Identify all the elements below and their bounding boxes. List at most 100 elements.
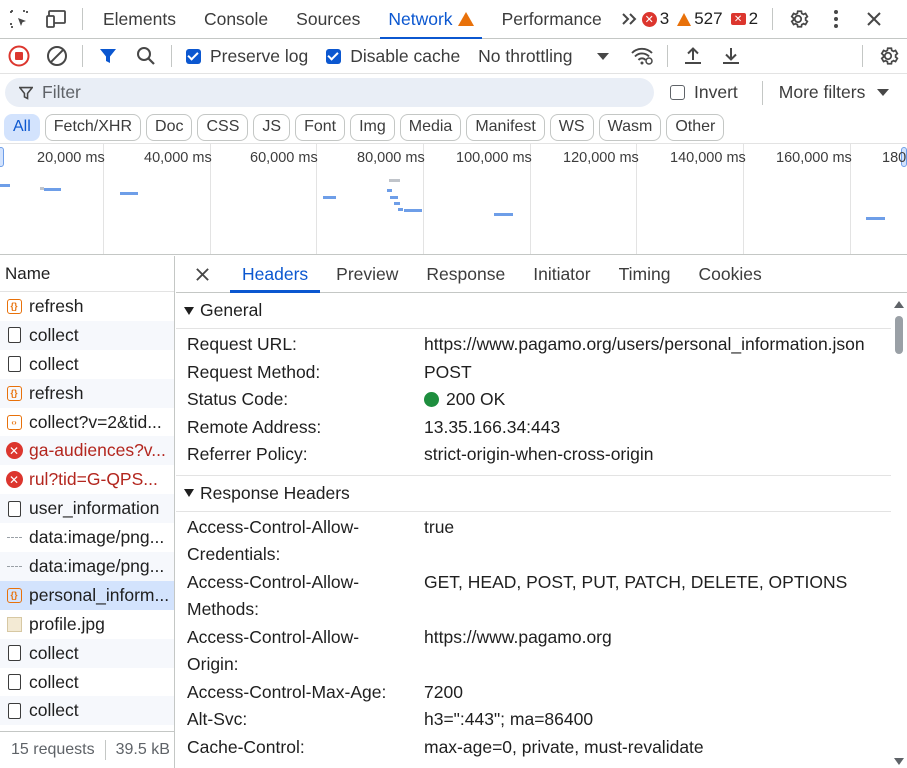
document-icon [5,355,23,373]
list-item[interactable]: ✕ ga-audiences?v... [0,436,174,466]
xhr-icon: {} [5,384,23,402]
divider [666,45,668,67]
list-item[interactable]: collect [0,320,174,350]
data-icon [5,529,23,547]
name-column-header[interactable]: Name [0,256,174,292]
issues-counter[interactable]: ✕ 2 [730,9,759,29]
chip-css[interactable]: CSS [197,113,249,141]
tab-console[interactable]: Console [190,0,282,38]
request-url-value[interactable]: https://www.pagamo.org/users/personal_in… [424,331,865,359]
header-row: Access-Control-Max-Age: 7200 [176,679,891,707]
tab-cookies[interactable]: Cookies [684,256,775,292]
network-overview-timeline[interactable]: 20,000 ms 40,000 ms 60,000 ms 80,000 ms … [0,144,907,255]
tab-response[interactable]: Response [412,256,519,292]
resource-type-filters: All Fetch/XHR Doc CSS JS Font Img Media … [0,111,907,144]
triangle-down-icon [184,489,194,497]
list-item[interactable]: user_information [0,494,174,524]
request-bar [494,213,513,216]
list-item[interactable]: {} refresh [0,292,174,321]
list-item[interactable]: ✕ rul?tid=G-QPS... [0,465,174,494]
list-item[interactable]: ‹› collect?v=2&tid... [0,408,174,437]
scroll-thumb[interactable] [895,316,903,354]
response-headers-section-header[interactable]: Response Headers [176,475,891,512]
more-filters-dropdown[interactable]: More filters [761,80,890,105]
filter-funnel-icon[interactable] [89,39,127,73]
divider [82,45,83,67]
stop-recording-icon[interactable] [0,39,38,73]
warning-counter[interactable]: 527 [677,9,723,29]
throttling-select[interactable]: No throttling [478,46,622,67]
list-item[interactable]: data:image/png... [0,552,174,581]
tab-preview[interactable]: Preview [322,256,412,292]
header-row: Referrer Policy: strict-origin-when-cros… [176,441,891,469]
checkbox-checked-icon [326,48,342,64]
overview-left-handle[interactable] [0,147,4,167]
tab-headers[interactable]: Headers [228,256,322,293]
tick-label: 60,000 ms [250,150,318,166]
header-row: Status Code: 200 OK [176,386,891,414]
inspect-element-icon[interactable] [0,0,38,38]
chip-img[interactable]: Img [350,113,395,141]
image-icon [5,615,23,633]
tab-performance[interactable]: Performance [488,0,616,38]
network-settings-gear-icon[interactable] [869,39,907,73]
list-item[interactable]: collect [0,696,174,726]
export-har-icon[interactable] [712,39,750,73]
close-devtools-icon[interactable] [855,0,893,38]
chip-ws[interactable]: WS [549,113,594,141]
tab-sources[interactable]: Sources [282,0,374,38]
list-item[interactable]: collect [0,638,174,668]
tab-timing[interactable]: Timing [605,256,685,292]
chip-font[interactable]: Font [295,113,346,141]
chip-fetch-xhr[interactable]: Fetch/XHR [44,113,142,141]
chevron-down-icon [877,89,890,96]
network-conditions-icon[interactable] [623,39,661,73]
scroll-up-arrow-icon[interactable] [894,301,904,308]
issue-count: 2 [748,9,759,28]
chip-all[interactable]: All [4,113,40,141]
tab-elements[interactable]: Elements [89,0,190,38]
preserve-log-checkbox[interactable]: Preserve log [186,46,308,67]
close-icon[interactable] [176,256,228,292]
script-icon: ‹› [5,413,23,431]
header-row: Access-Control-Allow- Credentials: true [176,514,891,569]
device-toolbar-icon[interactable] [38,0,76,38]
settings-gear-icon[interactable] [779,0,817,38]
referrer-policy-value: strict-origin-when-cross-origin [424,444,654,464]
list-item[interactable]: data:image/png... [0,523,174,552]
scroll-down-arrow-icon[interactable] [894,758,904,765]
more-options-icon[interactable] [817,0,855,38]
tab-network[interactable]: Network [374,0,487,39]
general-section-header[interactable]: General [176,293,891,329]
clear-log-icon[interactable] [38,39,76,73]
import-har-icon[interactable] [674,39,712,73]
chip-wasm[interactable]: Wasm [598,113,662,141]
chip-js[interactable]: JS [253,113,291,141]
list-item[interactable]: collect [0,350,174,379]
tab-initiator[interactable]: Initiator [519,256,604,292]
list-item[interactable]: collect [0,668,174,697]
header-key: Status Code: [187,389,289,409]
header-row: Access-Control-Allow- Origin: https://www… [176,624,891,679]
chip-manifest[interactable]: Manifest [466,113,545,141]
more-tabs-icon[interactable] [616,0,642,38]
header-row: Request Method: POST [176,359,891,387]
chip-media[interactable]: Media [399,113,462,141]
invert-checkbox[interactable]: Invert [670,82,738,103]
tick-label: 100,000 ms [456,150,532,166]
tick-label: 120,000 ms [563,150,639,166]
list-item[interactable]: {} refresh [0,378,174,408]
list-item[interactable]: profile.jpg [0,610,174,639]
header-key: Referrer Policy: [187,444,308,464]
error-counter[interactable]: ✕ 3 [641,9,669,29]
request-bar [404,209,422,212]
disable-cache-checkbox[interactable]: Disable cache [326,46,460,67]
chip-doc[interactable]: Doc [146,113,193,141]
header-key: Access-Control-Allow- Origin: [187,626,360,675]
status-text: 200 OK [446,389,506,409]
vertical-scrollbar[interactable] [891,296,907,768]
filter-input[interactable]: Filter [5,78,654,107]
list-item-selected[interactable]: {} personal_inform... [0,580,174,610]
search-icon[interactable] [127,39,165,73]
chip-other[interactable]: Other [666,113,725,141]
